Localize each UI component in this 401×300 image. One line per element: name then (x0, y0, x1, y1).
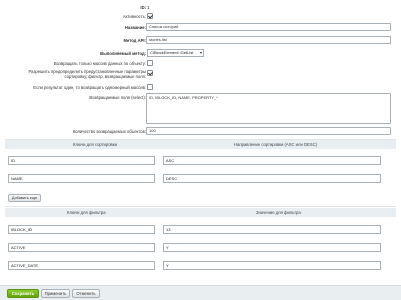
count-label: Количество возвращаемых объектов: (72, 129, 146, 134)
field-single-obj: Если результат один, то возвращать одном… (0, 83, 401, 92)
method-label: Выполняемый метод: (100, 51, 146, 56)
field-active: Активность: (0, 12, 401, 21)
chevron-down-icon: ▾ (199, 50, 202, 55)
field-return-fields: Возвращаемые поля (select): ID, IBLOCK_I… (0, 93, 401, 125)
sort-key-input-2[interactable]: NAME (8, 174, 155, 183)
field-only-data: Возвращать только массив данных по объек… (0, 59, 401, 68)
return-fields-textarea[interactable]: ID, IBLOCK_ID, NAME, PROPERTY_* (146, 93, 391, 124)
method-select-value: CIBlockElement::GetList (150, 50, 194, 55)
filter-key-input-3[interactable]: ACTIVE_DATE (8, 261, 155, 270)
field-method: Выполняемый метод: CIBlockElement::GetLi… (0, 49, 401, 58)
allow-params-line-2: сортировку, фильтр, возвращаемые поля: (64, 74, 146, 79)
name-input[interactable]: Список историй (146, 23, 391, 31)
sort-dir-header: Направление сортировки (ASC или DESC) (234, 142, 317, 147)
id-label: ID: (140, 5, 146, 10)
return-fields-label: Возвращаемые поля (select): (89, 95, 146, 100)
count-input[interactable]: 100 (146, 127, 391, 135)
method-select[interactable]: CIBlockElement::GetList ▾ (147, 49, 204, 57)
form-footer: Сохранить Применить Отменить (0, 285, 401, 300)
apply-button[interactable]: Применить (41, 289, 70, 298)
active-checkbox[interactable] (147, 13, 153, 19)
only-data-checkbox[interactable] (147, 60, 153, 66)
sort-dir-input-1[interactable]: ASC (163, 156, 381, 165)
sort-key-header: Ключи для сортировки (73, 142, 117, 147)
name-label: Название: (124, 25, 146, 30)
cancel-button[interactable]: Отменить (72, 289, 100, 298)
filter-val-input-2[interactable]: Y (163, 243, 381, 252)
only-data-label: Возвращать только массив данных по объек… (53, 61, 146, 66)
filter-key-input-2[interactable]: ACTIVE (8, 243, 155, 252)
method-api-input[interactable]: stories.list (146, 36, 391, 44)
single-obj-label: Если результат один, то возвращать одном… (33, 85, 146, 90)
field-name: Название: Список историй (0, 23, 401, 32)
allow-params-label: Разрешить предопределить предустановленн… (29, 69, 146, 79)
sort-key-input-1[interactable]: ID (8, 156, 155, 165)
filter-key-header: Ключи для фильтра (67, 210, 106, 215)
save-button[interactable]: Сохранить (7, 289, 39, 298)
filter-table-header: Ключи для фильтра Значение для фильтра (5, 208, 396, 217)
add-more-button[interactable]: Добавить еще (8, 194, 41, 202)
sort-dir-input-2[interactable]: DESC (163, 174, 381, 183)
id-value: 1 (147, 5, 150, 10)
active-label: Активность: (122, 14, 146, 19)
allow-params-checkbox[interactable] (147, 70, 153, 76)
field-method-api: Метод API: stories.list (0, 36, 401, 45)
single-obj-checkbox[interactable] (147, 84, 153, 90)
filter-val-input-3[interactable]: Y (163, 261, 381, 270)
filter-key-input-1[interactable]: IBLOCK_ID (8, 225, 155, 234)
edit-form: ID: 1 Активность: Название: Список истор… (0, 0, 401, 285)
filter-val-header: Значение для фильтра (256, 210, 301, 215)
sort-table-header: Ключи для сортировки Направление сортиро… (5, 140, 396, 149)
field-allow-params: Разрешить предопределить предустановленн… (0, 68, 401, 82)
field-count: Количество возвращаемых объектов: 100 (0, 127, 401, 136)
divider (5, 206, 396, 207)
field-id: ID: 1 (0, 3, 401, 12)
method-api-label: Метод API: (123, 38, 146, 43)
filter-val-input-1[interactable]: 13 (163, 225, 381, 234)
